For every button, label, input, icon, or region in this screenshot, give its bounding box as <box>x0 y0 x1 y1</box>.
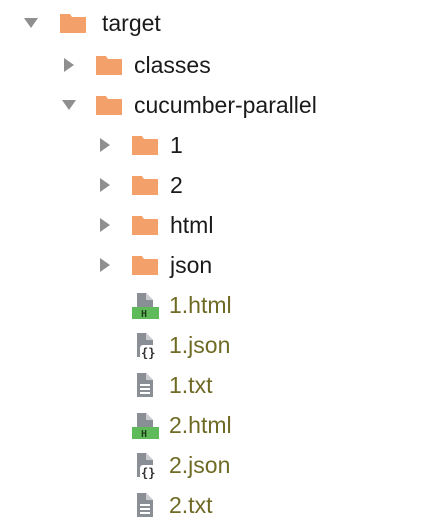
tree-node-target[interactable]: target <box>22 3 161 43</box>
project-tree: target classes cucumber-parallel 1 2 htm… <box>0 0 440 530</box>
tree-node-file-1-json[interactable]: {} 1.json <box>131 325 230 365</box>
chevron-right-icon[interactable] <box>60 45 78 85</box>
tree-node-folder-2[interactable]: 2 <box>96 165 183 205</box>
html-file-icon: H <box>131 410 161 440</box>
folder-icon <box>58 12 88 34</box>
tree-node-label: 2.json <box>169 452 231 478</box>
tree-node-label: 2 <box>170 172 183 198</box>
tree-node-label: 2.html <box>169 412 232 438</box>
tree-node-file-2-txt[interactable]: 2.txt <box>131 485 212 525</box>
tree-node-cucumber-parallel[interactable]: cucumber-parallel <box>60 85 317 125</box>
tree-node-folder-json[interactable]: json <box>96 245 212 285</box>
chevron-right-icon[interactable] <box>96 125 114 165</box>
chevron-right-icon[interactable] <box>96 165 114 205</box>
folder-icon <box>130 254 160 276</box>
folder-icon <box>130 174 160 196</box>
tree-node-label: 1.html <box>169 292 232 318</box>
tree-node-label: 1.json <box>169 332 231 358</box>
folder-icon <box>130 214 160 236</box>
html-file-icon: H <box>131 290 161 320</box>
tree-node-folder-html[interactable]: html <box>96 205 213 245</box>
tree-node-label: 1 <box>170 132 183 158</box>
tree-node-label: cucumber-parallel <box>134 92 317 118</box>
tree-node-label: json <box>170 252 213 278</box>
tree-node-file-2-html[interactable]: H 2.html <box>131 405 232 445</box>
tree-node-folder-1[interactable]: 1 <box>96 125 183 165</box>
json-file-icon: {} <box>131 450 161 480</box>
svg-text:H: H <box>141 309 147 320</box>
tree-node-file-2-json[interactable]: {} 2.json <box>131 445 230 485</box>
text-file-icon <box>131 490 161 520</box>
tree-node-label: 1.txt <box>169 372 213 398</box>
text-file-icon <box>131 370 161 400</box>
chevron-right-icon[interactable] <box>96 205 114 245</box>
tree-node-file-1-html[interactable]: H 1.html <box>131 285 232 325</box>
folder-icon <box>94 54 124 76</box>
tree-node-classes[interactable]: classes <box>60 45 211 85</box>
folder-icon <box>130 134 160 156</box>
json-file-icon: {} <box>131 330 161 360</box>
tree-node-label: target <box>102 10 161 36</box>
tree-node-file-1-txt[interactable]: 1.txt <box>131 365 212 405</box>
folder-icon <box>94 94 124 116</box>
chevron-down-icon[interactable] <box>60 85 78 125</box>
svg-text:H: H <box>141 429 147 440</box>
chevron-down-icon[interactable] <box>22 3 40 43</box>
tree-node-label: html <box>170 212 214 238</box>
tree-node-label: classes <box>134 52 211 78</box>
svg-text:{}: {} <box>141 346 155 360</box>
chevron-right-icon[interactable] <box>96 245 114 285</box>
tree-node-label: 2.txt <box>169 492 213 518</box>
svg-text:{}: {} <box>141 466 155 480</box>
